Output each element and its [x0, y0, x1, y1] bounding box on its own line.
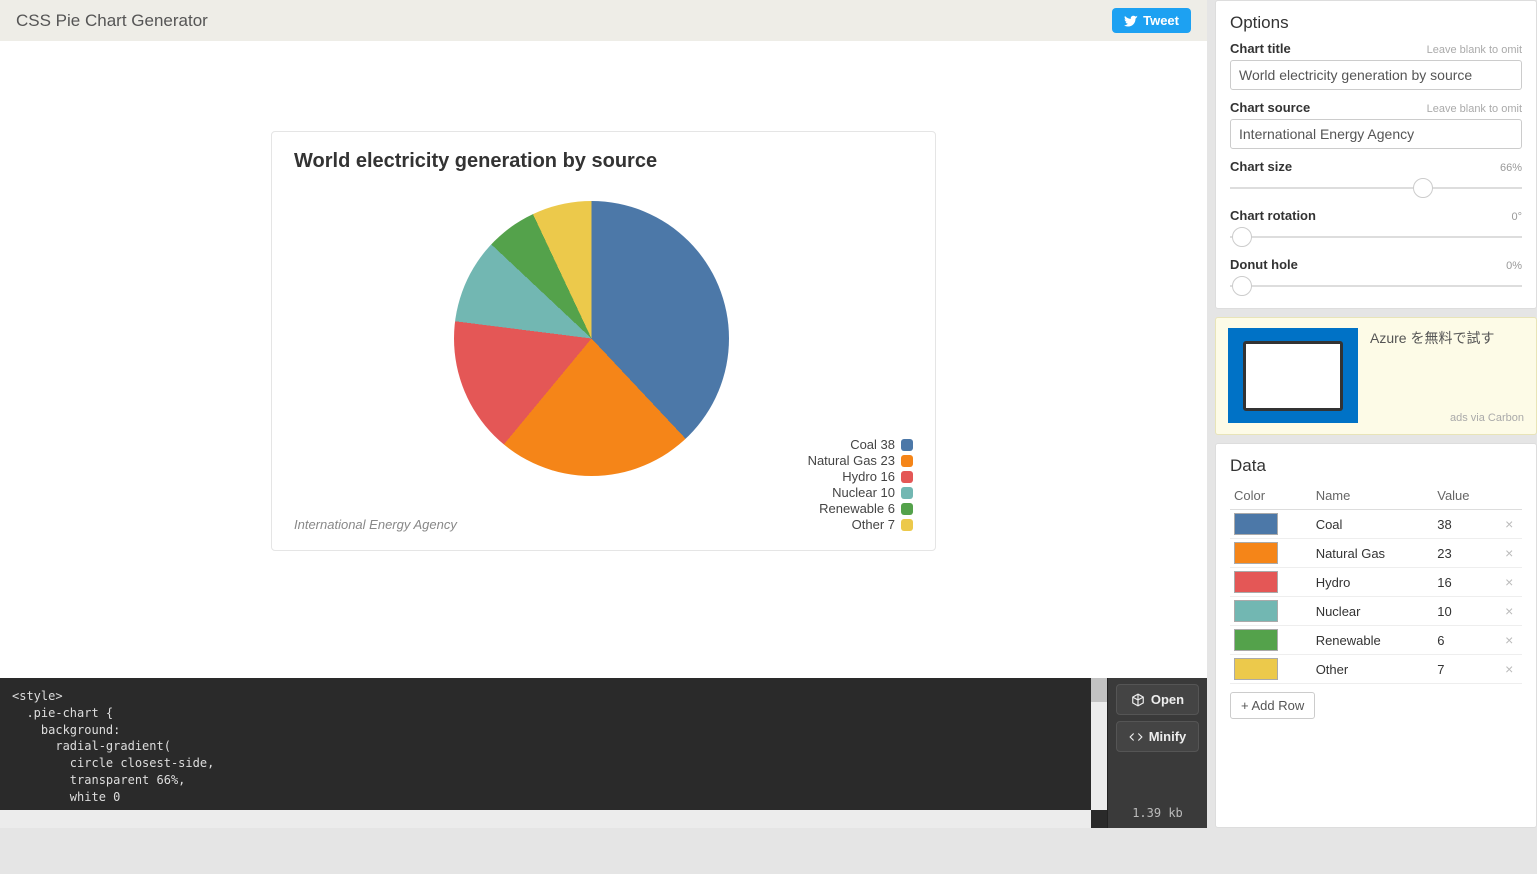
code-pane: <style> .pie-chart { background: radial-…: [0, 678, 1207, 828]
horizontal-scrollbar[interactable]: [0, 810, 1091, 828]
color-swatch[interactable]: [1234, 629, 1278, 651]
color-swatch[interactable]: [1234, 600, 1278, 622]
table-row: Coal38×: [1230, 510, 1522, 539]
legend-item: Other 7: [808, 517, 913, 532]
code-output[interactable]: <style> .pie-chart { background: radial-…: [0, 678, 1107, 808]
row-name[interactable]: Natural Gas: [1312, 539, 1434, 568]
chart-rotation-slider[interactable]: [1230, 227, 1522, 247]
row-value[interactable]: 7: [1433, 655, 1496, 684]
table-row: Nuclear10×: [1230, 597, 1522, 626]
ad-attribution: ads via Carbon: [1450, 412, 1524, 424]
chart-size-slider[interactable]: [1230, 178, 1522, 198]
row-name[interactable]: Renewable: [1312, 626, 1434, 655]
ad-text: Azure を無料で試す: [1370, 328, 1524, 424]
sidebar: Options Chart title Leave blank to omit C…: [1207, 0, 1537, 828]
col-value: Value: [1433, 484, 1496, 510]
table-row: Renewable6×: [1230, 626, 1522, 655]
pie-chart: [454, 201, 729, 476]
remove-row-button[interactable]: ×: [1497, 568, 1522, 597]
ad-image: [1228, 328, 1358, 423]
col-name: Name: [1312, 484, 1434, 510]
color-swatch[interactable]: [1234, 513, 1278, 535]
legend-swatch: [901, 439, 913, 451]
minify-button[interactable]: Minify: [1116, 721, 1199, 752]
chart-size-label: Chart size: [1230, 159, 1292, 174]
legend-swatch: [901, 455, 913, 467]
preview-area: World electricity generation by source C…: [0, 41, 1207, 678]
options-heading: Options: [1230, 13, 1522, 33]
row-value[interactable]: 38: [1433, 510, 1496, 539]
chart-title-label: Chart title: [1230, 41, 1291, 56]
code-actions: Open Minify 1.39 kb: [1107, 678, 1207, 828]
chart-card: World electricity generation by source C…: [271, 131, 936, 551]
donut-hole-value: 0%: [1506, 260, 1522, 272]
open-button[interactable]: Open: [1116, 684, 1199, 715]
legend-swatch: [901, 519, 913, 531]
chart-title-input[interactable]: [1230, 60, 1522, 90]
app-header: CSS Pie Chart Generator Tweet: [0, 0, 1207, 41]
row-name[interactable]: Coal: [1312, 510, 1434, 539]
app-title: CSS Pie Chart Generator: [16, 11, 208, 31]
options-panel: Options Chart title Leave blank to omit C…: [1215, 0, 1537, 309]
legend-swatch: [901, 487, 913, 499]
legend-item: Natural Gas 23: [808, 453, 913, 468]
data-panel: Data Color Name Value Coal38×Natural Gas…: [1215, 443, 1537, 828]
chart-rotation-value: 0°: [1511, 211, 1522, 223]
row-name[interactable]: Hydro: [1312, 568, 1434, 597]
chart-source-hint: Leave blank to omit: [1427, 103, 1522, 115]
remove-row-button[interactable]: ×: [1497, 655, 1522, 684]
data-table: Color Name Value Coal38×Natural Gas23×Hy…: [1230, 484, 1522, 684]
vertical-scrollbar[interactable]: [1091, 678, 1107, 810]
legend-swatch: [901, 471, 913, 483]
data-heading: Data: [1230, 456, 1522, 476]
row-name[interactable]: Nuclear: [1312, 597, 1434, 626]
code-icon: [1129, 730, 1143, 744]
col-color: Color: [1230, 484, 1312, 510]
chart-legend: Coal 38Natural Gas 23Hydro 16Nuclear 10R…: [808, 436, 913, 532]
table-row: Hydro16×: [1230, 568, 1522, 597]
chart-size-value: 66%: [1500, 162, 1522, 174]
chart-title: World electricity generation by source: [294, 150, 913, 173]
legend-item: Coal 38: [808, 437, 913, 452]
row-value[interactable]: 23: [1433, 539, 1496, 568]
donut-hole-label: Donut hole: [1230, 257, 1298, 272]
row-value[interactable]: 16: [1433, 568, 1496, 597]
add-row-button[interactable]: + Add Row: [1230, 692, 1315, 719]
row-value[interactable]: 10: [1433, 597, 1496, 626]
cube-icon: [1131, 693, 1145, 707]
twitter-icon: [1124, 14, 1138, 28]
chart-rotation-label: Chart rotation: [1230, 208, 1316, 223]
ad-panel[interactable]: Azure を無料で試す ads via Carbon: [1215, 317, 1537, 435]
donut-hole-slider[interactable]: [1230, 276, 1522, 296]
remove-row-button[interactable]: ×: [1497, 539, 1522, 568]
remove-row-button[interactable]: ×: [1497, 510, 1522, 539]
code-box: <style> .pie-chart { background: radial-…: [0, 678, 1107, 828]
chart-source: International Energy Agency: [294, 517, 457, 532]
legend-swatch: [901, 503, 913, 515]
color-swatch[interactable]: [1234, 571, 1278, 593]
color-swatch[interactable]: [1234, 658, 1278, 680]
tweet-label: Tweet: [1143, 13, 1179, 28]
legend-item: Hydro 16: [808, 469, 913, 484]
table-row: Natural Gas23×: [1230, 539, 1522, 568]
row-value[interactable]: 6: [1433, 626, 1496, 655]
tweet-button[interactable]: Tweet: [1112, 8, 1191, 33]
legend-item: Nuclear 10: [808, 485, 913, 500]
table-row: Other7×: [1230, 655, 1522, 684]
row-name[interactable]: Other: [1312, 655, 1434, 684]
legend-item: Renewable 6: [808, 501, 913, 516]
color-swatch[interactable]: [1234, 542, 1278, 564]
chart-source-label: Chart source: [1230, 100, 1310, 115]
chart-title-hint: Leave blank to omit: [1427, 44, 1522, 56]
remove-row-button[interactable]: ×: [1497, 597, 1522, 626]
chart-source-input[interactable]: [1230, 119, 1522, 149]
file-size: 1.39 kb: [1108, 806, 1207, 820]
remove-row-button[interactable]: ×: [1497, 626, 1522, 655]
